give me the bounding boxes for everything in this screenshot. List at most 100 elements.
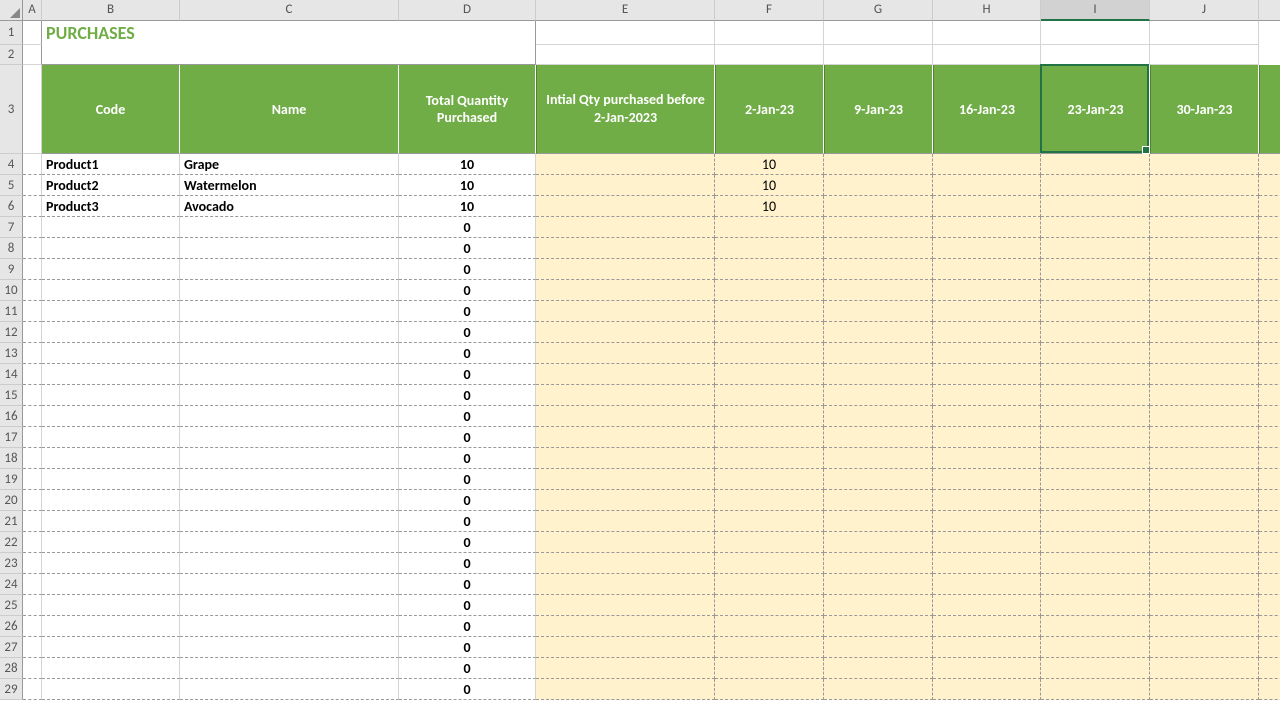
cell-a23[interactable]	[23, 553, 42, 574]
initial-qty[interactable]	[536, 364, 715, 385]
product-name[interactable]	[180, 595, 399, 616]
qty-cell[interactable]	[715, 385, 824, 406]
qty-cell[interactable]	[1150, 217, 1259, 238]
qty-cell[interactable]	[824, 658, 933, 679]
qty-cell[interactable]	[715, 679, 824, 700]
product-name[interactable]	[180, 427, 399, 448]
product-code[interactable]	[42, 427, 180, 448]
qty-cell[interactable]	[1150, 574, 1259, 595]
qty-cell[interactable]	[933, 259, 1041, 280]
initial-qty[interactable]	[536, 406, 715, 427]
initial-qty[interactable]	[536, 532, 715, 553]
col-header-C[interactable]: C	[180, 0, 399, 21]
qty-cell[interactable]	[1041, 490, 1150, 511]
qty-cell[interactable]	[824, 175, 933, 196]
initial-qty[interactable]	[536, 448, 715, 469]
row-header-9[interactable]: 9	[0, 259, 23, 280]
initial-qty[interactable]	[536, 616, 715, 637]
qty-cell[interactable]	[715, 238, 824, 259]
initial-qty[interactable]	[536, 658, 715, 679]
product-code[interactable]	[42, 616, 180, 637]
qty-cell[interactable]	[1041, 238, 1150, 259]
product-code[interactable]	[42, 469, 180, 490]
total-qty[interactable]: 0	[399, 448, 536, 469]
qty-cell[interactable]	[1150, 427, 1259, 448]
col-header-I[interactable]: I	[1041, 0, 1150, 21]
qty-cell[interactable]	[824, 259, 933, 280]
initial-qty[interactable]	[536, 469, 715, 490]
total-qty[interactable]: 0	[399, 280, 536, 301]
qty-cell[interactable]	[933, 658, 1041, 679]
cell-a21[interactable]	[23, 511, 42, 532]
qty-cell[interactable]	[824, 490, 933, 511]
qty-cell[interactable]	[1041, 301, 1150, 322]
product-code[interactable]	[42, 490, 180, 511]
qty-cell[interactable]	[1150, 595, 1259, 616]
qty-cell[interactable]	[1259, 616, 1280, 637]
product-code[interactable]	[42, 553, 180, 574]
total-qty[interactable]: 0	[399, 322, 536, 343]
initial-qty[interactable]	[536, 637, 715, 658]
qty-cell[interactable]	[1259, 532, 1280, 553]
qty-cell[interactable]	[1150, 238, 1259, 259]
qty-cell[interactable]	[715, 532, 824, 553]
col-header-H[interactable]: H	[933, 0, 1041, 21]
qty-cell[interactable]	[715, 448, 824, 469]
header-16-Jan-23[interactable]: 16-Jan-23	[933, 65, 1041, 154]
cell-a1[interactable]	[23, 21, 42, 45]
qty-cell[interactable]	[1150, 637, 1259, 658]
cell-a8[interactable]	[23, 238, 42, 259]
qty-cell[interactable]	[1259, 637, 1280, 658]
product-code[interactable]	[42, 259, 180, 280]
qty-cell[interactable]	[1150, 322, 1259, 343]
product-code[interactable]: Product2	[42, 175, 180, 196]
cell-a19[interactable]	[23, 469, 42, 490]
row-header-16[interactable]: 16	[0, 406, 23, 427]
qty-2jan[interactable]: 10	[715, 196, 824, 217]
page-title[interactable]: PURCHASES	[42, 21, 536, 45]
row-header-13[interactable]: 13	[0, 343, 23, 364]
row-header-29[interactable]: 29	[0, 679, 23, 700]
qty-cell[interactable]	[933, 301, 1041, 322]
qty-cell[interactable]	[715, 616, 824, 637]
total-qty[interactable]: 0	[399, 385, 536, 406]
qty-cell[interactable]	[1150, 616, 1259, 637]
row-header-18[interactable]: 18	[0, 448, 23, 469]
qty-cell[interactable]	[715, 637, 824, 658]
row-header-21[interactable]: 21	[0, 511, 23, 532]
qty-cell[interactable]	[1041, 427, 1150, 448]
row-header-10[interactable]: 10	[0, 280, 23, 301]
product-name[interactable]	[180, 532, 399, 553]
cell[interactable]	[715, 45, 824, 65]
cell-a9[interactable]	[23, 259, 42, 280]
cell-a20[interactable]	[23, 490, 42, 511]
qty-cell[interactable]	[824, 595, 933, 616]
cell-a16[interactable]	[23, 406, 42, 427]
qty-cell[interactable]	[1041, 175, 1150, 196]
total-qty[interactable]: 0	[399, 364, 536, 385]
qty-cell[interactable]	[715, 574, 824, 595]
qty-cell[interactable]	[933, 469, 1041, 490]
initial-qty[interactable]	[536, 154, 715, 175]
cell[interactable]	[536, 45, 715, 65]
qty-cell[interactable]	[715, 301, 824, 322]
qty-cell[interactable]	[715, 658, 824, 679]
cell-a5[interactable]	[23, 175, 42, 196]
row-header-3[interactable]: 3	[0, 65, 23, 154]
header-initial[interactable]: Intial Qty purchased before 2-Jan-2023	[536, 65, 715, 154]
cell-a29[interactable]	[23, 679, 42, 700]
qty-cell[interactable]	[933, 616, 1041, 637]
product-name[interactable]	[180, 658, 399, 679]
total-qty[interactable]: 0	[399, 259, 536, 280]
product-code[interactable]: Product1	[42, 154, 180, 175]
col-header-G[interactable]: G	[824, 0, 933, 21]
col-header-J[interactable]: J	[1150, 0, 1259, 21]
qty-cell[interactable]	[1041, 595, 1150, 616]
qty-cell[interactable]	[1150, 385, 1259, 406]
total-qty[interactable]: 10	[399, 196, 536, 217]
cell[interactable]	[1041, 45, 1150, 65]
qty-cell[interactable]	[1259, 658, 1280, 679]
row-header-11[interactable]: 11	[0, 301, 23, 322]
qty-cell[interactable]	[715, 364, 824, 385]
qty-cell[interactable]	[715, 322, 824, 343]
